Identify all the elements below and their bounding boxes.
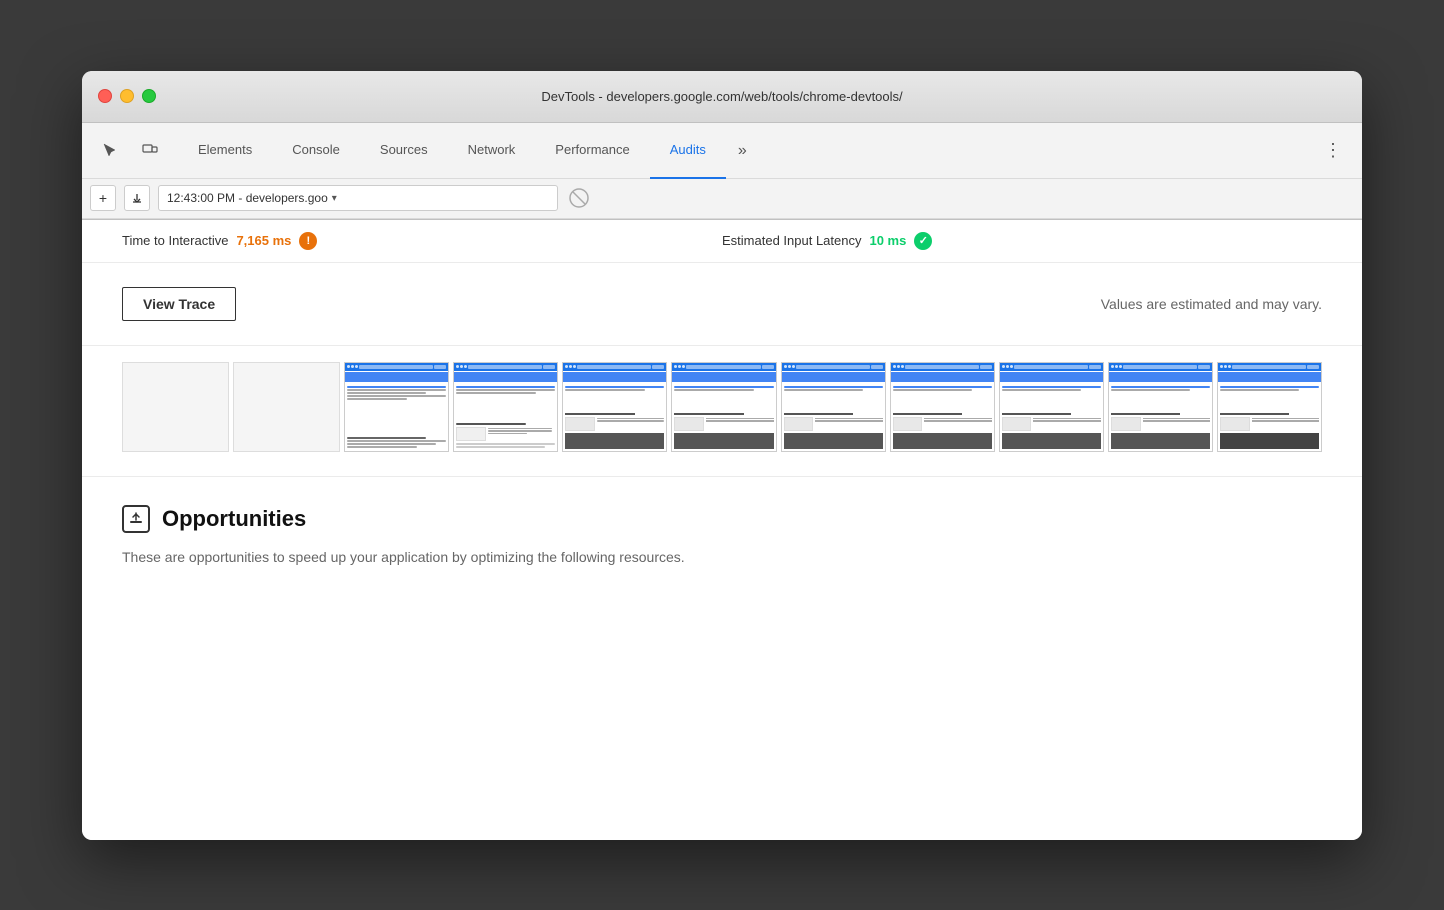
maximize-button[interactable] [142,89,156,103]
tti-severity-icon: ! [299,232,317,250]
tab-performance[interactable]: Performance [535,123,649,179]
filmstrip-frame-1[interactable] [344,362,449,452]
dropdown-arrow: ▾ [332,193,337,204]
view-trace-button[interactable]: View Trace [122,287,236,321]
devtools-menu-icon[interactable]: ⋮ [1312,123,1354,178]
tab-sources[interactable]: Sources [360,123,448,179]
time-to-interactive-metric: Time to Interactive 7,165 ms ! [122,232,722,250]
add-recording-button[interactable]: + [90,185,116,211]
filmstrip-frame-4[interactable] [671,362,776,452]
toolbar-row: Elements Console Sources Network Perform… [82,123,1362,179]
filmstrip-section [82,346,1362,477]
device-toggle-icon[interactable] [134,134,166,166]
tti-value: 7,165 ms [236,233,291,248]
metrics-row: Time to Interactive 7,165 ms ! Estimated… [82,220,1362,263]
tab-console[interactable]: Console [272,123,360,179]
filmstrip-frame-3[interactable] [562,362,667,452]
opportunities-title: Opportunities [162,506,306,532]
import-button[interactable] [124,185,150,211]
opportunities-header: Opportunities [122,505,1322,533]
recording-label: 12:43:00 PM - developers.goo [167,191,328,205]
titlebar: DevTools - developers.google.com/web/too… [82,71,1362,123]
eil-label: Estimated Input Latency [722,233,861,248]
estimated-input-metric: Estimated Input Latency 10 ms ✓ [722,232,1322,250]
tti-label: Time to Interactive [122,233,228,248]
address-bar-row: + 12:43:00 PM - developers.goo ▾ [82,179,1362,219]
tab-elements[interactable]: Elements [178,123,272,179]
opportunities-icon [122,505,150,533]
filmstrip-frame-9[interactable] [1217,362,1322,452]
eil-severity-icon: ✓ [914,232,932,250]
main-content: Time to Interactive 7,165 ms ! Estimated… [82,220,1362,840]
eil-value: 10 ms [869,233,906,248]
devtools-chrome: Elements Console Sources Network Perform… [82,123,1362,220]
filmstrip-frame-6[interactable] [890,362,995,452]
estimated-note: Values are estimated and may vary. [1101,296,1322,312]
window-title: DevTools - developers.google.com/web/too… [541,89,902,104]
filmstrip-frame-7[interactable] [999,362,1104,452]
tab-network[interactable]: Network [448,123,536,179]
devtools-window: DevTools - developers.google.com/web/too… [82,71,1362,840]
filmstrip-frame-5[interactable] [781,362,886,452]
traffic-lights [98,89,156,103]
tab-audits[interactable]: Audits [650,123,726,179]
filmstrip-container [122,362,1322,452]
tab-bar: Elements Console Sources Network Perform… [170,123,1312,179]
minimize-button[interactable] [120,89,134,103]
filmstrip-frame-empty-2 [233,362,340,452]
trace-section: View Trace Values are estimated and may … [82,263,1362,346]
filmstrip-frame-empty-1 [122,362,229,452]
cursor-icon[interactable] [94,134,126,166]
recording-selector[interactable]: 12:43:00 PM - developers.goo ▾ [158,185,558,211]
stop-recording-icon[interactable] [566,185,592,211]
opportunities-section: Opportunities These are opportunities to… [82,477,1362,596]
more-tabs-button[interactable]: » [726,123,759,179]
filmstrip-frame-8[interactable] [1108,362,1213,452]
opportunities-description: These are opportunities to speed up your… [122,547,1322,568]
filmstrip-frame-2[interactable] [453,362,558,452]
close-button[interactable] [98,89,112,103]
